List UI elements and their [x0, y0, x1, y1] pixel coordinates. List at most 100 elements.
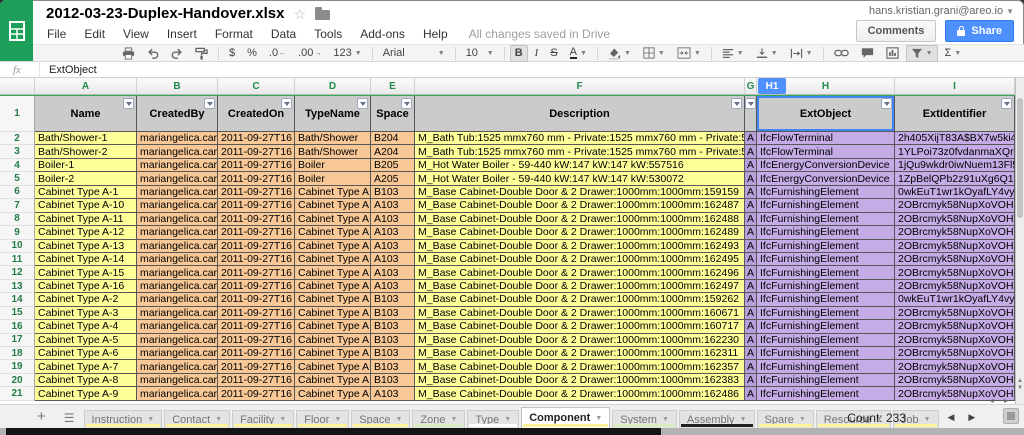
cell-description[interactable]: M_Base Cabinet-Double Door & 2 Drawer:10…: [415, 347, 745, 360]
cell-space[interactable]: A103: [371, 266, 415, 279]
italic-button[interactable]: I: [530, 45, 544, 62]
cell-name[interactable]: Cabinet Type A-6: [35, 347, 137, 360]
cell-name[interactable]: Cabinet Type A-8: [35, 374, 137, 387]
row-header-17[interactable]: 17: [0, 334, 35, 347]
cell-type_name[interactable]: Cabinet Type A: [295, 307, 371, 320]
cell-description[interactable]: M_Base Cabinet-Double Door & 2 Drawer:10…: [415, 253, 745, 266]
cell-created_on[interactable]: 2011-09-27T16: [218, 387, 295, 400]
cell-name[interactable]: Bath/Shower-2: [35, 145, 137, 158]
cell-ext_identifier[interactable]: 1YLPoi73z0fvdanmaXQreg: [895, 145, 1015, 158]
row-header-13[interactable]: 13: [0, 280, 35, 293]
cell-ext_object[interactable]: IfcFurnishingElement: [757, 280, 895, 293]
share-button[interactable]: Share: [945, 20, 1014, 42]
cell-g[interactable]: A: [745, 186, 757, 199]
cell-ext_identifier[interactable]: 2h405XijT83A$BX7w5ki4b: [895, 132, 1015, 145]
undo-icon[interactable]: [142, 45, 164, 62]
cell-created_by[interactable]: mariangelica.carrasc: [137, 293, 218, 306]
cell-g[interactable]: A: [745, 226, 757, 239]
cell-description[interactable]: M_Hot Water Boiler - 59-440 kW:147 kW:14…: [415, 172, 745, 185]
cell-created_on[interactable]: 2011-09-27T16: [218, 213, 295, 226]
cell-ext_object[interactable]: IfcFurnishingElement: [757, 320, 895, 333]
cell-space[interactable]: B103: [371, 320, 415, 333]
row-header-6[interactable]: 6: [0, 186, 35, 199]
sheet-tab-spare[interactable]: Spare▼: [757, 410, 814, 428]
account-email[interactable]: hans.kristian.grani@areo.io▼: [869, 5, 1014, 17]
cell-created_by[interactable]: mariangelica.carrasc: [137, 280, 218, 293]
vertical-scroll-arrows[interactable]: ▲▼: [1016, 378, 1024, 392]
cell-ext_object[interactable]: IfcFurnishingElement: [757, 226, 895, 239]
cell-g[interactable]: A: [745, 145, 757, 158]
cell-created_by[interactable]: mariangelica.carrasc: [137, 387, 218, 400]
sheet-tab-facility[interactable]: Facility▼: [232, 410, 294, 428]
functions-button[interactable]: Σ▼: [940, 45, 967, 62]
cell-ext_identifier[interactable]: 2OBrcmyk58NupXoVOHUv: [895, 374, 1015, 387]
cell-ext_object[interactable]: IfcFlowTerminal: [757, 132, 895, 145]
sheet-tab-floor[interactable]: Floor▼: [296, 410, 349, 428]
menu-tools[interactable]: Tools: [305, 27, 351, 41]
row-header-11[interactable]: 11: [0, 253, 35, 266]
cell-description[interactable]: M_Base Cabinet-Double Door & 2 Drawer:10…: [415, 199, 745, 212]
cell-created_by[interactable]: mariangelica.carrasc: [137, 307, 218, 320]
sheet-tab-assembly[interactable]: Assembly▼: [679, 410, 755, 428]
cell-ext_identifier[interactable]: 2OBrcmyk58NupXoVOHUv: [895, 253, 1015, 266]
cell-description[interactable]: M_Base Cabinet-Double Door & 2 Drawer:10…: [415, 320, 745, 333]
cell-name[interactable]: Boiler-2: [35, 172, 137, 185]
sheet-tab-space[interactable]: Space▼: [351, 410, 410, 428]
fill-color-button[interactable]: ▼: [603, 45, 636, 62]
menu-view[interactable]: View: [114, 27, 158, 41]
cell-ext_object[interactable]: IfcFurnishingElement: [757, 266, 895, 279]
cell-description[interactable]: M_Base Cabinet-Double Door & 2 Drawer:10…: [415, 266, 745, 279]
cell-type_name[interactable]: Cabinet Type A: [295, 253, 371, 266]
cell-name[interactable]: Bath/Shower-1: [35, 132, 137, 145]
cell-created_on[interactable]: 2011-09-27T16: [218, 320, 295, 333]
column-title-cell[interactable]: ExtIdentifier: [895, 96, 1015, 132]
cell-type_name[interactable]: Cabinet Type A: [295, 374, 371, 387]
cell-ext_identifier[interactable]: 2OBrcmyk58NupXoVOHUv: [895, 199, 1015, 212]
cell-description[interactable]: M_Base Cabinet-Double Door & 2 Drawer:10…: [415, 307, 745, 320]
cell-type_name[interactable]: Cabinet Type A: [295, 199, 371, 212]
column-header-g[interactable]: G: [745, 78, 757, 95]
cell-space[interactable]: B204: [371, 132, 415, 145]
cell-created_by[interactable]: mariangelica.carrasc: [137, 360, 218, 373]
row-header-21[interactable]: 21: [0, 387, 35, 400]
cell-space[interactable]: B103: [371, 186, 415, 199]
cell-created_on[interactable]: 2011-09-27T16: [218, 293, 295, 306]
cell-space[interactable]: A103: [371, 240, 415, 253]
cell-created_by[interactable]: mariangelica.carrasc: [137, 159, 218, 172]
row-header-5[interactable]: 5: [0, 172, 35, 185]
increase-decimals-button[interactable]: .00→: [293, 45, 326, 62]
column-title-cell[interactable]: Space: [371, 96, 415, 132]
column-header-f[interactable]: F: [415, 78, 745, 95]
cell-ext_identifier[interactable]: 2OBrcmyk58NupXoVOHUv: [895, 266, 1015, 279]
cell-created_on[interactable]: 2011-09-27T16: [218, 226, 295, 239]
cell-g[interactable]: A: [745, 159, 757, 172]
cell-ext_object[interactable]: IfcFurnishingElement: [757, 334, 895, 347]
cell-ext_identifier[interactable]: 2OBrcmyk58NupXoVOHUv: [895, 334, 1015, 347]
column-header-d[interactable]: D: [295, 78, 371, 95]
cell-created_by[interactable]: mariangelica.carrasc: [137, 374, 218, 387]
cell-space[interactable]: B103: [371, 360, 415, 373]
sheet-tab-contact[interactable]: Contact▼: [164, 410, 230, 428]
cell-ext_object[interactable]: IfcFurnishingElement: [757, 240, 895, 253]
sheet-tab-type[interactable]: Type▼: [467, 410, 519, 428]
cell-space[interactable]: A103: [371, 199, 415, 212]
cell-created_by[interactable]: mariangelica.carrasc: [137, 266, 218, 279]
cell-ext_object[interactable]: IfcFurnishingElement: [757, 307, 895, 320]
cell-ext_identifier[interactable]: 2OBrcmyk58NupXoVOHUv: [895, 320, 1015, 333]
cell-ext_object[interactable]: IfcEnergyConversionDevice: [757, 159, 895, 172]
number-format-button[interactable]: 123▼: [328, 45, 366, 62]
cell-type_name[interactable]: Cabinet Type A: [295, 240, 371, 253]
cell-g[interactable]: A: [745, 360, 757, 373]
cell-ext_object[interactable]: IfcFlowTerminal: [757, 145, 895, 158]
cell-g[interactable]: A: [745, 172, 757, 185]
cell-name[interactable]: Cabinet Type A-13: [35, 240, 137, 253]
filter-dropdown-icon[interactable]: [401, 98, 412, 109]
row-header-15[interactable]: 15: [0, 307, 35, 320]
vertical-align-button[interactable]: ▼: [751, 45, 783, 62]
cell-space[interactable]: B103: [371, 334, 415, 347]
currency-format-button[interactable]: $: [224, 45, 240, 62]
row-header-2[interactable]: 2: [0, 132, 35, 145]
tabs-scroll-right-button[interactable]: ▶: [961, 412, 982, 428]
cell-ext_identifier[interactable]: 2OBrcmyk58NupXoVOHUv: [895, 280, 1015, 293]
cell-space[interactable]: A103: [371, 213, 415, 226]
